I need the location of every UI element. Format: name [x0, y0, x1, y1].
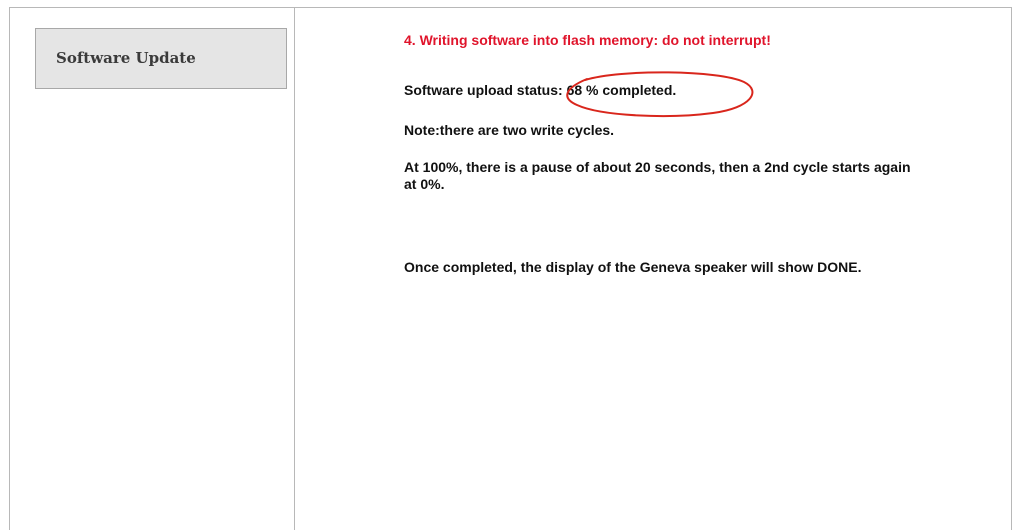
upload-status: Software upload status: 68 % completed.	[404, 82, 677, 98]
page-frame: Software Update 4. Writing software into…	[9, 7, 1012, 530]
done-text: Once completed, the display of the Genev…	[404, 259, 862, 275]
pause-text: At 100%, there is a pause of about 20 se…	[404, 159, 911, 192]
note-text: Note:there are two write cycles.	[404, 122, 615, 138]
sidebar-item-label: Software Update	[56, 49, 196, 67]
sidebar-item-software-update[interactable]: Software Update	[35, 28, 287, 89]
sidebar: Software Update	[10, 8, 295, 530]
step-title: 4. Writing software into flash memory: d…	[404, 32, 771, 48]
